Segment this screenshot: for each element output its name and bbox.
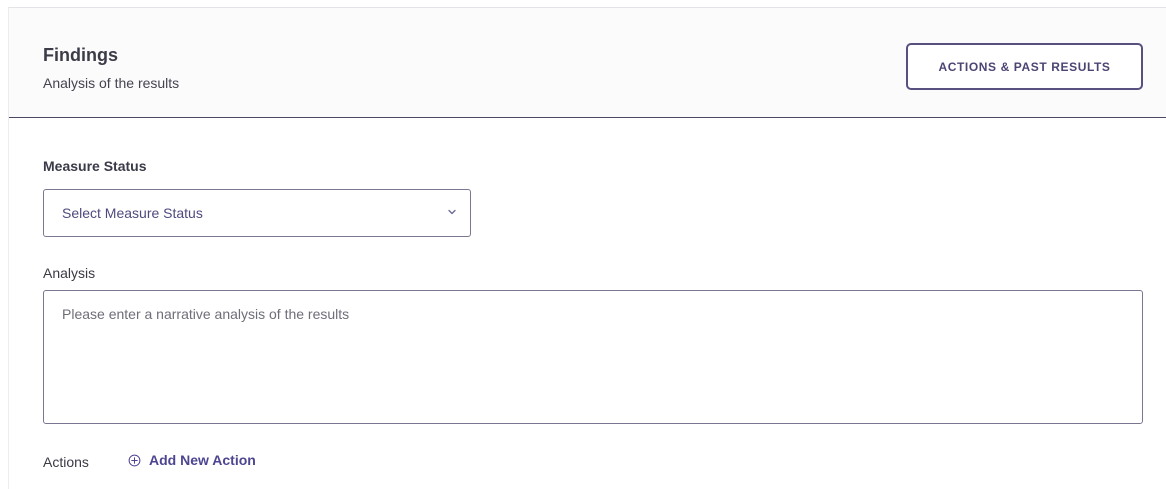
- measure-status-label: Measure Status: [43, 158, 147, 174]
- measure-status-select[interactable]: Select Measure Status: [43, 189, 471, 237]
- plus-circle-icon: [128, 454, 141, 466]
- add-new-action-label: Add New Action: [149, 452, 256, 468]
- analysis-label: Analysis: [43, 265, 96, 281]
- analysis-placeholder: Please enter a narrative analysis of the…: [62, 306, 350, 322]
- analysis-textarea[interactable]: Please enter a narrative analysis of the…: [43, 290, 1143, 424]
- actions-past-results-button[interactable]: ACTIONS & PAST RESULTS: [906, 43, 1143, 90]
- actions-label: Actions: [43, 454, 89, 470]
- measure-status-selected-value: Select Measure Status: [62, 205, 203, 221]
- section-title: Findings: [43, 45, 118, 65]
- findings-card: Findings Analysis of the results ACTIONS…: [8, 7, 1166, 489]
- findings-header: Findings Analysis of the results ACTIONS…: [9, 8, 1166, 118]
- add-new-action-button[interactable]: Add New Action: [128, 452, 256, 468]
- section-subtitle: Analysis of the results: [43, 75, 180, 91]
- chevron-down-icon: [448, 209, 456, 215]
